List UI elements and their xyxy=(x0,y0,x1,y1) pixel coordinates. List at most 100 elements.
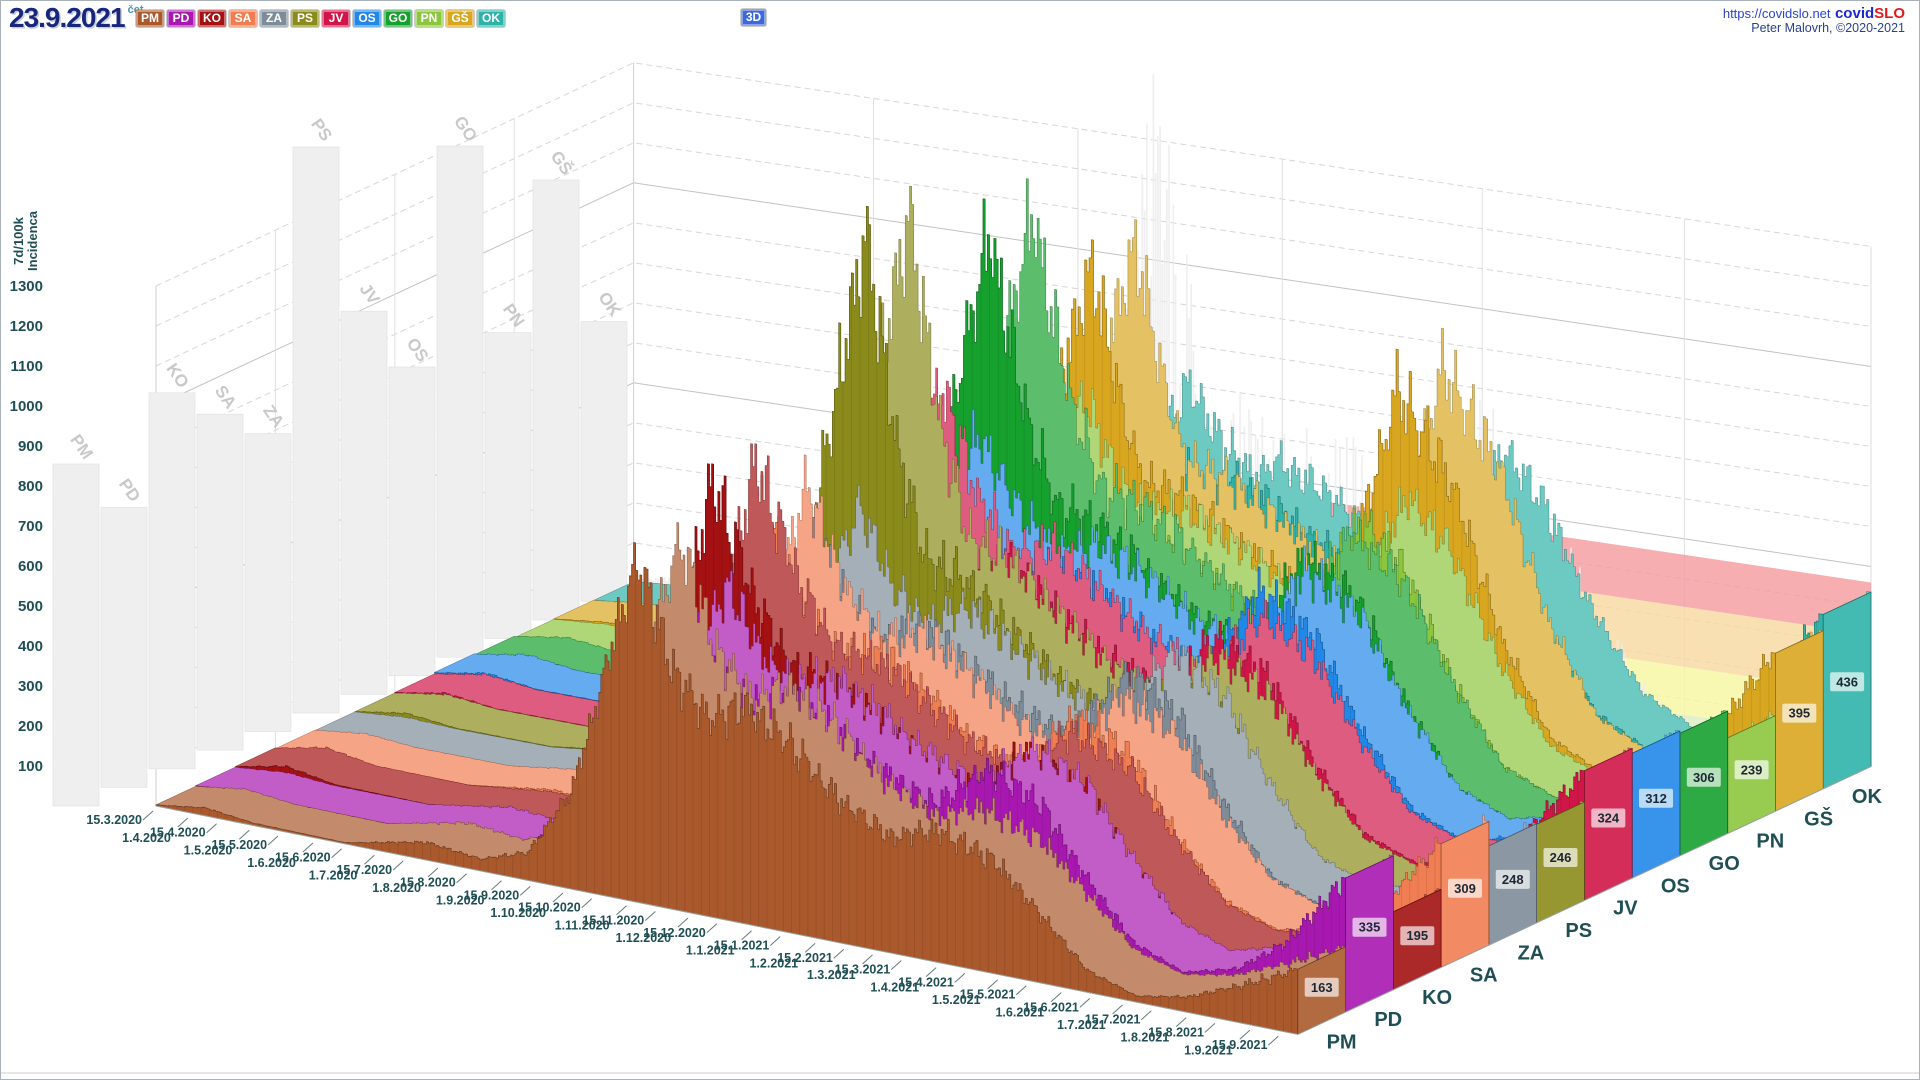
date-tick xyxy=(268,836,278,845)
legend-button-ZA[interactable]: ZA xyxy=(260,10,288,27)
legend-button-OK[interactable]: OK xyxy=(477,10,505,27)
date-tick-label: 15.11.2020 xyxy=(582,913,644,927)
date-tick xyxy=(520,886,530,895)
y-tick-label: 300 xyxy=(18,678,43,695)
legend-button-GŠ[interactable]: GŠ xyxy=(446,10,474,27)
wall-peak-bar-GŠ xyxy=(533,180,579,620)
date-tick xyxy=(1016,986,1026,995)
wall-peak-label-JV: JV xyxy=(356,280,384,308)
region-end-label-PN: PN xyxy=(1756,831,1784,853)
date-tick-label: 15.12.2020 xyxy=(643,926,706,940)
wall-peak-bar-GO xyxy=(437,146,483,657)
date-tick-label: 15.10.2020 xyxy=(518,901,581,915)
y-tick-label: 1300 xyxy=(10,278,43,295)
y-tick-label: 200 xyxy=(18,718,43,735)
date-tick xyxy=(1268,1036,1278,1045)
date-tick xyxy=(645,912,655,921)
wall-peak-label-PS: PS xyxy=(307,115,336,144)
value-label-GO: 306 xyxy=(1693,770,1715,785)
date-tick-label: 15.4.2021 xyxy=(898,975,954,989)
brand-logo: covidSLO xyxy=(1835,5,1905,22)
covidslo-3d-incidence-page: 1002003004005006007008009001000110012001… xyxy=(0,0,1920,1080)
date-tick xyxy=(332,849,342,858)
date-tick xyxy=(770,937,780,946)
wall-peak-bar-SA xyxy=(197,414,243,750)
header-bar: 23.9.2021čet PMPDKOSAZAPSJVOSGOPNGŠOK 3D… xyxy=(1,1,1919,35)
wall-peak-bar-PD xyxy=(101,507,147,787)
value-label-PS: 246 xyxy=(1550,850,1572,865)
region-end-label-PS: PS xyxy=(1565,920,1592,942)
y-axis-title-line2: Incidenca xyxy=(25,210,40,271)
y-axis: 1002003004005006007008009001000110012001… xyxy=(10,210,43,775)
y-tick-label: 800 xyxy=(18,478,43,495)
wall-peak-bar-PM xyxy=(53,464,99,806)
date-tick xyxy=(207,824,217,833)
date-value: 23.9.2021 xyxy=(9,2,125,33)
date-tick-label: 15.1.2021 xyxy=(714,938,770,952)
legend-button-PM[interactable]: PM xyxy=(136,10,164,27)
wall-peak-label-OK: OK xyxy=(594,288,625,320)
brand-slo: SLO xyxy=(1874,5,1905,22)
wall-peak-label-PM: PM xyxy=(66,431,96,463)
site-url-link[interactable]: https://covidslo.net xyxy=(1723,6,1831,21)
y-tick-label: 1200 xyxy=(10,318,43,335)
wall-peak-label-PD: PD xyxy=(115,475,144,505)
author-credit: Peter Malovrh, ©2020-2021 xyxy=(1723,21,1905,36)
date-tick-label: 15.4.2020 xyxy=(150,826,206,840)
date-tick xyxy=(955,973,965,982)
date-tick xyxy=(143,811,153,820)
y-tick-label: 1000 xyxy=(10,398,43,415)
y-tick-label: 400 xyxy=(18,638,43,655)
site-links: https://covidslo.net covidSLO Peter Malo… xyxy=(1723,6,1905,36)
wall-peak-label-OS: OS xyxy=(403,334,433,365)
date-tick xyxy=(834,949,844,958)
region-end-label-PD: PD xyxy=(1374,1009,1402,1031)
date-tick-label: 15.5.2021 xyxy=(960,988,1016,1002)
date-tick xyxy=(707,924,717,933)
legend-button-KO[interactable]: KO xyxy=(198,10,226,27)
brand-covid: covid xyxy=(1835,5,1874,22)
value-label-GŠ: 395 xyxy=(1788,706,1810,721)
date-tick-label: 15.9.2020 xyxy=(464,888,520,902)
date-tick xyxy=(457,874,467,883)
date-tick-label: 15.3.2020 xyxy=(86,813,142,827)
wall-peak-bar-PN xyxy=(485,333,531,639)
legend-button-PN[interactable]: PN xyxy=(415,10,443,27)
wall-peak-bar-PS xyxy=(293,147,339,713)
region-end-label-PM: PM xyxy=(1327,1032,1357,1054)
wall-peak-label-GŠ: GŠ xyxy=(547,147,577,178)
date-tick-label: 15.6.2020 xyxy=(275,851,331,865)
y-tick-label: 600 xyxy=(18,558,43,575)
date-tick xyxy=(1141,1011,1151,1020)
wall-peak-bar-JV xyxy=(341,311,387,694)
mode-3d-button[interactable]: 3D xyxy=(741,9,766,26)
wall-peak-label-KO: KO xyxy=(162,360,192,392)
value-label-ZA: 248 xyxy=(1502,872,1524,887)
date-tick-label: 15.7.2020 xyxy=(336,863,392,877)
legend-button-GO[interactable]: GO xyxy=(384,10,412,27)
legend-button-PS[interactable]: PS xyxy=(291,10,319,27)
legend-button-PD[interactable]: PD xyxy=(167,10,195,27)
region-end-label-OS: OS xyxy=(1661,875,1690,897)
date-tick-label: 15.5.2020 xyxy=(211,838,267,852)
y-tick-label: 100 xyxy=(18,758,43,775)
y-tick-label: 1100 xyxy=(10,358,43,375)
legend-button-OS[interactable]: OS xyxy=(353,10,381,27)
date-tick-label: 15.7.2021 xyxy=(1085,1013,1141,1027)
date-tick-label: 15.8.2020 xyxy=(400,876,456,890)
legend-button-JV[interactable]: JV xyxy=(322,10,350,27)
gridline-1300 xyxy=(156,63,1871,286)
incidence-3d-chart[interactable]: 1002003004005006007008009001000110012001… xyxy=(1,1,1920,1080)
wall-peak-label-GO: GO xyxy=(450,113,481,146)
region-end-label-GŠ: GŠ xyxy=(1804,806,1833,830)
region-end-label-JV: JV xyxy=(1613,898,1638,920)
wall-peak-label-SA: SA xyxy=(211,382,240,412)
value-label-OK: 436 xyxy=(1836,674,1858,689)
date-tick xyxy=(1080,998,1090,1007)
y-tick-label: 700 xyxy=(18,518,43,535)
date-tick-label: 15.3.2021 xyxy=(835,963,891,977)
date-tick-label: 15.2.2021 xyxy=(777,951,833,965)
date-tick xyxy=(582,899,592,908)
wall-peak-bar-KO xyxy=(149,393,195,769)
legend-button-SA[interactable]: SA xyxy=(229,10,257,27)
